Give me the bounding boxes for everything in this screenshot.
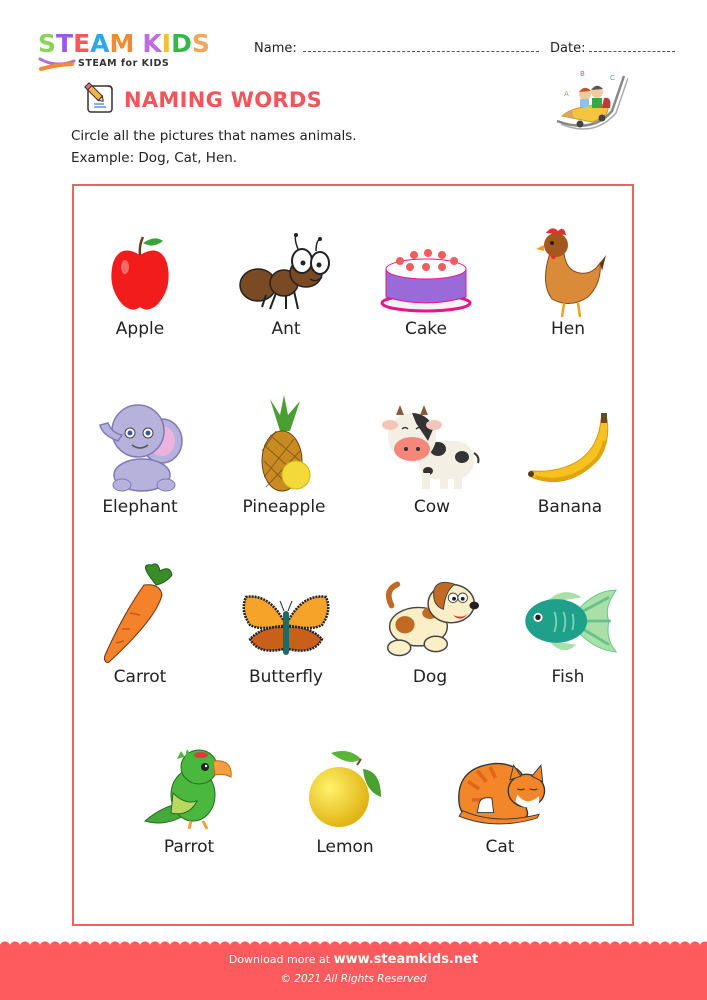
pineapple-icon: [261, 395, 311, 492]
picture-item-ant[interactable]: Ant: [226, 228, 346, 339]
parrot-icon: [143, 749, 232, 830]
apple-icon: [111, 236, 169, 310]
logo-subtitle: STEAM for KIDS: [78, 58, 170, 69]
item-label: Cow: [413, 497, 451, 517]
name-blank-line[interactable]: [302, 40, 539, 52]
picture-item-hen[interactable]: Hen: [508, 228, 628, 339]
picture-item-dog[interactable]: Dog: [370, 576, 490, 687]
item-label: Pineapple: [242, 497, 326, 517]
ant-icon: [239, 233, 330, 310]
footer-download-text: Download more at www.steamkids.net: [0, 952, 707, 967]
item-label: Ant: [271, 319, 301, 339]
logo-letter: I: [161, 29, 172, 58]
logo-letter: M: [109, 29, 135, 58]
picture-item-parrot[interactable]: Parrot: [129, 746, 249, 857]
picture-item-cow[interactable]: Cow: [372, 405, 492, 517]
item-label: Carrot: [113, 667, 167, 687]
picture-item-lemon[interactable]: Lemon: [285, 746, 405, 857]
download-label: Download more at: [228, 953, 331, 966]
date-label: Date:: [550, 41, 586, 56]
instruction-text: Circle all the pictures that names anima…: [71, 128, 357, 144]
lemon-icon: [309, 751, 381, 827]
item-label: Fish: [551, 667, 585, 687]
svg-text:B: B: [580, 70, 585, 78]
example-text: Example: Dog, Cat, Hen.: [71, 150, 238, 166]
picture-item-cat[interactable]: Cat: [440, 746, 560, 857]
logo-letter: D: [171, 29, 192, 58]
picture-item-cake[interactable]: Cake: [366, 228, 486, 339]
item-label: Cat: [485, 837, 515, 857]
picture-item-fish[interactable]: Fish: [508, 576, 628, 687]
picture-item-carrot[interactable]: Carrot: [80, 563, 200, 687]
logo-letter: T: [56, 29, 74, 58]
picture-item-apple[interactable]: Apple: [80, 228, 200, 339]
pencil-paper-icon: [84, 82, 113, 113]
picture-item-pineapple[interactable]: Pineapple: [224, 395, 344, 517]
steam-kids-logo: STEAM KIDS STEAM for KIDS: [38, 30, 238, 75]
website-link[interactable]: www.steamkids.net: [334, 952, 479, 967]
item-label: Hen: [550, 319, 586, 339]
picture-item-elephant[interactable]: Elephant: [80, 404, 200, 517]
elephant-icon: [99, 404, 183, 492]
item-label: Lemon: [316, 837, 374, 857]
logo-swoosh-icon: [38, 57, 76, 71]
page-title: NAMING WORDS: [124, 88, 323, 112]
butterfly-icon: [242, 595, 330, 655]
item-label: Butterfly: [249, 667, 323, 687]
logo-letter: E: [73, 29, 91, 58]
item-label: Parrot: [163, 837, 215, 857]
date-blank-line[interactable]: [589, 40, 676, 52]
cake-icon: [380, 249, 472, 313]
kids-roller-coaster-illustration: B C A: [556, 70, 628, 130]
cow-icon: [382, 405, 480, 489]
item-label: Apple: [115, 319, 165, 339]
logo-letter: A: [90, 29, 110, 58]
svg-text:C: C: [610, 74, 615, 82]
fish-icon: [525, 589, 618, 653]
picture-item-butterfly[interactable]: Butterfly: [226, 576, 346, 687]
logo-letter: S: [191, 29, 210, 58]
item-label: Elephant: [102, 497, 178, 517]
carrot-icon: [103, 563, 173, 663]
name-field[interactable]: Name:: [254, 40, 539, 56]
copyright-text: © 2021 All Rights Reserved: [280, 973, 427, 985]
picture-item-banana[interactable]: Banana: [510, 406, 630, 517]
date-field[interactable]: Date:: [550, 40, 676, 56]
item-label: Cake: [405, 319, 447, 339]
logo-letter: K: [142, 29, 162, 58]
dog-icon: [385, 581, 480, 657]
hen-icon: [536, 228, 606, 318]
logo-letter: S: [38, 29, 57, 58]
cat-icon: [458, 762, 546, 825]
name-label: Name:: [254, 41, 297, 56]
banana-icon: [528, 413, 609, 483]
item-label: Dog: [412, 667, 448, 687]
item-label: Banana: [537, 497, 603, 517]
svg-text:A: A: [564, 90, 569, 98]
logo-title: STEAM KIDS: [38, 30, 210, 58]
